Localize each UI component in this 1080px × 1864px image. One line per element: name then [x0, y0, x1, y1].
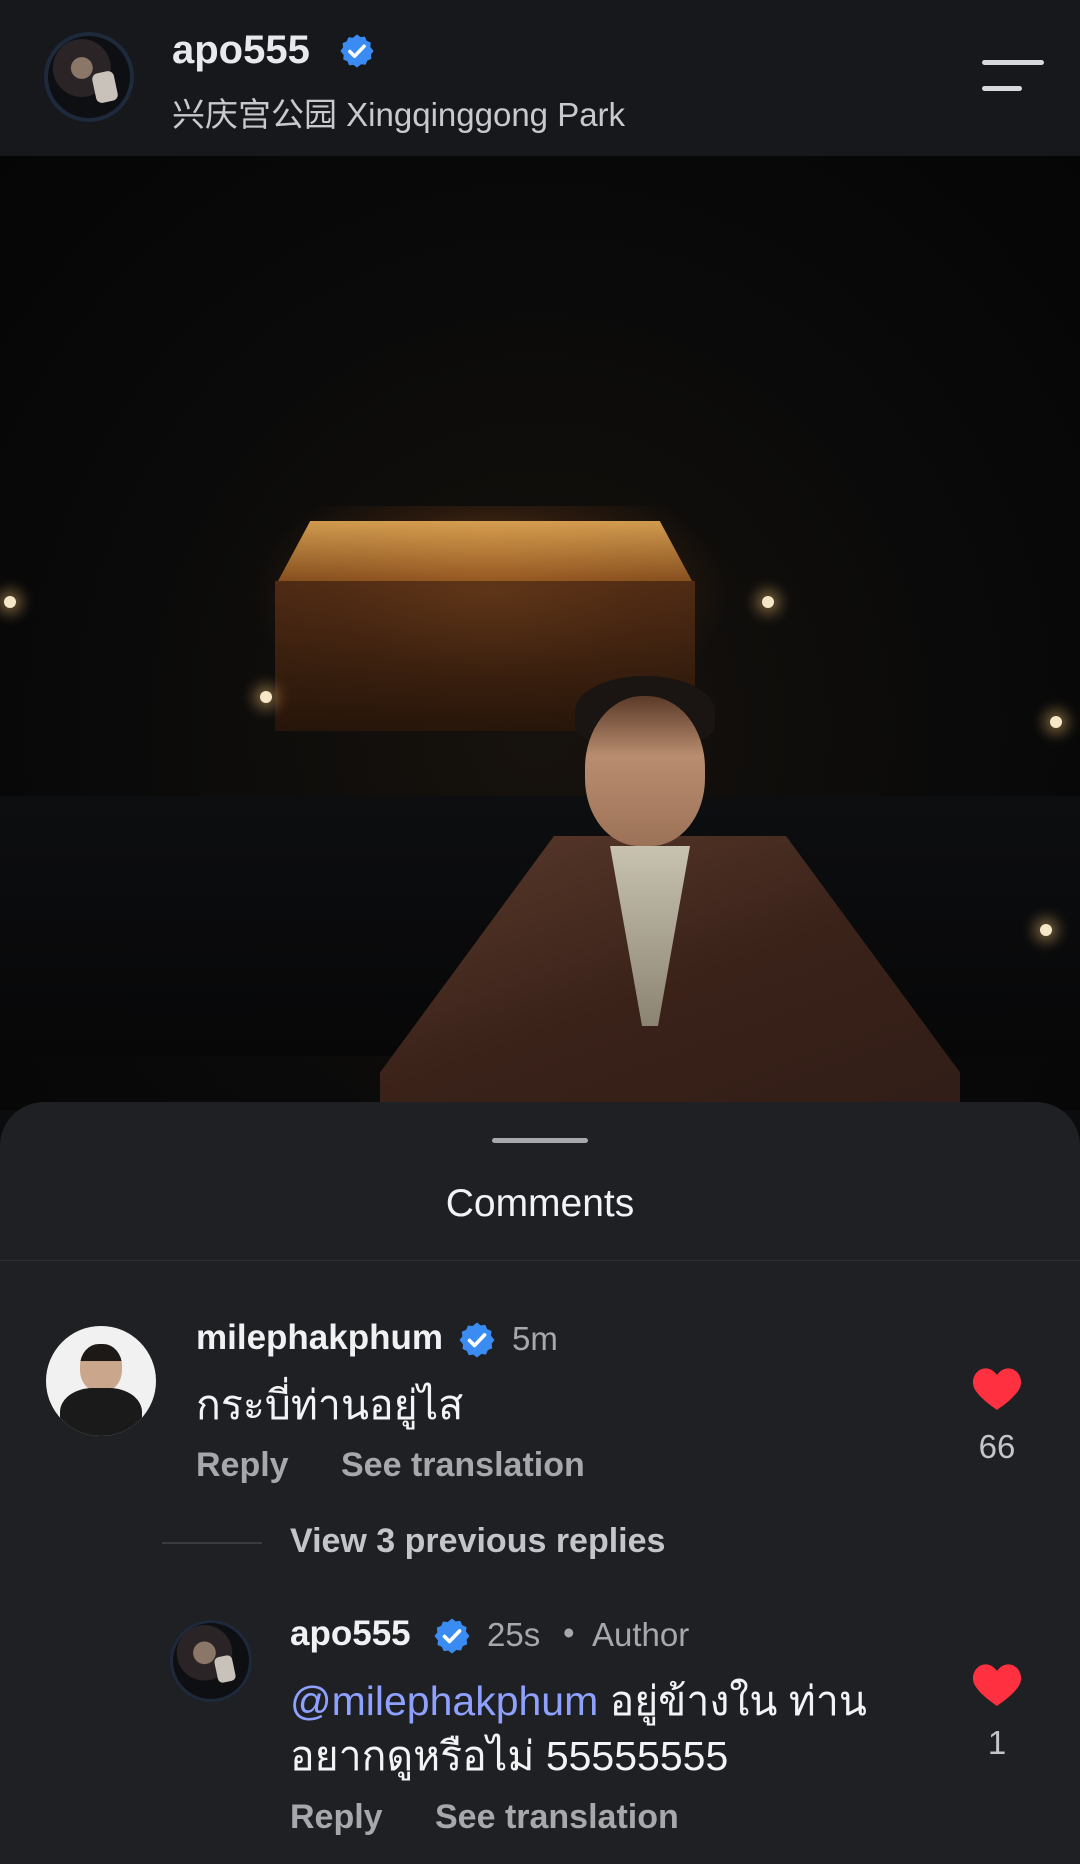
separator-dot: • — [563, 1614, 575, 1651]
reply-button[interactable]: Reply — [290, 1798, 383, 1837]
reply-text-line2: อยากดูหรือไม่ 55555555 — [290, 1733, 729, 1779]
see-translation-button[interactable]: See translation — [341, 1446, 585, 1485]
comments-title: Comments — [445, 1182, 635, 1225]
lamp-light — [762, 596, 774, 608]
reply-time: 25s — [487, 1616, 541, 1653]
commenter-avatar[interactable] — [46, 1326, 156, 1436]
lamp-light — [1040, 924, 1052, 936]
post-header: apo555 兴庆宫公园 Xingqinggong Park — [0, 0, 1080, 156]
post-photo[interactable] — [0, 156, 1080, 1110]
comment-text: กระบี่ท่านอยู่ไส — [196, 1382, 464, 1428]
hamburger-menu-icon[interactable] — [982, 56, 1046, 100]
heart-icon[interactable] — [970, 1660, 1024, 1708]
reply-text-line1: อยู่ข้างใน ท่าน — [598, 1678, 867, 1724]
profile-avatar[interactable] — [44, 32, 134, 122]
author-badge: Author — [592, 1616, 690, 1653]
comment-time: 5m — [512, 1320, 558, 1357]
see-translation-button[interactable]: See translation — [435, 1798, 679, 1837]
thread-line — [162, 1542, 262, 1544]
verified-badge-icon — [459, 1322, 495, 1358]
lamp-light — [260, 691, 272, 703]
location-label[interactable]: 兴庆宫公园 Xingqinggong Park — [172, 88, 625, 136]
like-count: 1 — [987, 1724, 1007, 1761]
comments-sheet: Comments milephakphum 5m กระบี่ท่านอยู่ไ… — [0, 1102, 1080, 1864]
lamp-light — [4, 596, 16, 608]
heart-icon[interactable] — [970, 1364, 1024, 1412]
like-count: 66 — [978, 1428, 1016, 1465]
reply-button[interactable]: Reply — [196, 1446, 289, 1485]
sheet-drag-handle[interactable] — [492, 1138, 588, 1143]
person-face — [585, 696, 705, 846]
reply-avatar[interactable] — [170, 1620, 252, 1702]
mention-link[interactable]: @milephakphum — [290, 1678, 598, 1724]
verified-badge-icon — [434, 1618, 470, 1654]
reply-text: @milephakphum อยู่ข้างใน ท่าน อยากดูหรือ… — [290, 1674, 867, 1784]
comment-username[interactable]: milephakphum — [196, 1318, 443, 1358]
header-username[interactable]: apo555 — [172, 28, 310, 73]
verified-badge-icon — [340, 34, 374, 68]
view-replies-button[interactable]: View 3 previous replies — [290, 1522, 665, 1561]
lamp-light — [1050, 716, 1062, 728]
divider — [0, 1260, 1080, 1261]
temple-roof — [278, 521, 692, 581]
reply-username[interactable]: apo555 — [290, 1614, 411, 1654]
